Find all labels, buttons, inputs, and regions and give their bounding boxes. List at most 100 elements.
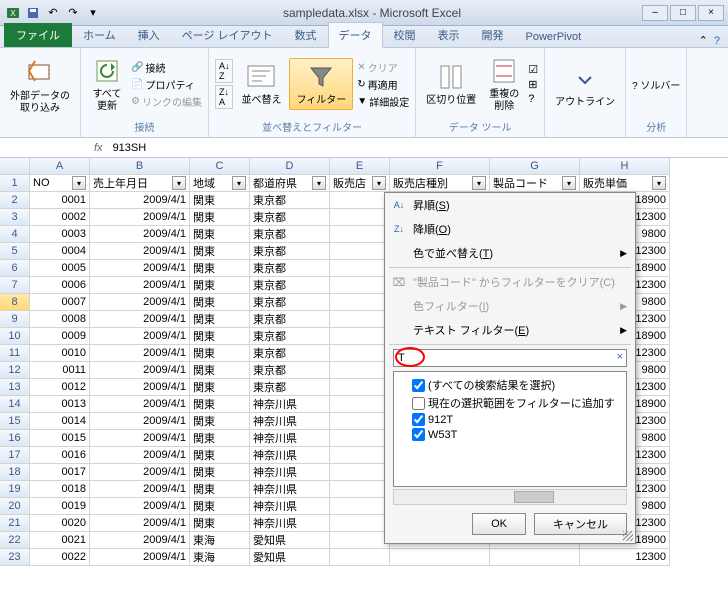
cell[interactable]: 愛知県 <box>250 532 330 549</box>
sort-desc-button[interactable]: Z↓A <box>215 85 234 109</box>
horizontal-scrollbar[interactable] <box>393 489 627 505</box>
cell[interactable]: 関東 <box>190 362 250 379</box>
row-header[interactable]: 12 <box>0 362 30 379</box>
cell[interactable]: 神奈川県 <box>250 498 330 515</box>
cell[interactable]: 2009/4/1 <box>90 430 190 447</box>
sort-ascending-item[interactable]: A↓昇順(S) <box>385 193 635 217</box>
cell[interactable]: 神奈川県 <box>250 464 330 481</box>
save-icon[interactable] <box>24 4 42 22</box>
formula-value[interactable]: 913SH <box>109 142 151 154</box>
row-header[interactable]: 15 <box>0 413 30 430</box>
filter-button[interactable]: フィルター <box>289 58 353 110</box>
cell[interactable]: 神奈川県 <box>250 396 330 413</box>
cell[interactable]: 0009 <box>30 328 90 345</box>
tab-file[interactable]: ファイル <box>4 23 72 47</box>
cell[interactable]: 東京都 <box>250 192 330 209</box>
cell[interactable] <box>330 328 390 345</box>
tab-formula[interactable]: 数式 <box>284 22 328 47</box>
select-all-corner[interactable] <box>0 158 30 175</box>
whatif-icon[interactable]: ? <box>528 93 538 105</box>
cell[interactable]: 関東 <box>190 345 250 362</box>
cell[interactable]: 東京都 <box>250 226 330 243</box>
cell[interactable]: 0002 <box>30 209 90 226</box>
sort-by-color-item[interactable]: 色で並べ替え(T)▶ <box>385 241 635 265</box>
sort-asc-button[interactable]: A↓Z <box>215 59 234 83</box>
cell[interactable]: 関東 <box>190 328 250 345</box>
cell[interactable] <box>330 311 390 328</box>
cell[interactable]: 0021 <box>30 532 90 549</box>
row-header[interactable]: 10 <box>0 328 30 345</box>
cell[interactable]: 関東 <box>190 192 250 209</box>
tab-home[interactable]: ホーム <box>72 22 127 47</box>
cell[interactable]: 東京都 <box>250 362 330 379</box>
minimize-ribbon-icon[interactable]: ⌃ <box>699 34 708 47</box>
filter-value-item[interactable]: 912T <box>398 412 622 427</box>
cell[interactable]: 0003 <box>30 226 90 243</box>
tab-insert[interactable]: 挿入 <box>127 22 171 47</box>
cell[interactable]: 2009/4/1 <box>90 464 190 481</box>
scrollbar-thumb[interactable] <box>514 491 554 503</box>
cell[interactable]: 2009/4/1 <box>90 311 190 328</box>
solver-button[interactable]: ? ソルバー <box>632 77 680 92</box>
cell[interactable]: 東京都 <box>250 345 330 362</box>
row-header[interactable]: 19 <box>0 481 30 498</box>
external-data-button[interactable]: 外部データの 取り込み <box>6 55 74 117</box>
col-header-g[interactable]: G <box>490 158 580 175</box>
cell[interactable]: 東京都 <box>250 311 330 328</box>
cell[interactable]: 神奈川県 <box>250 430 330 447</box>
cell[interactable]: 2009/4/1 <box>90 481 190 498</box>
cell[interactable]: 2009/4/1 <box>90 209 190 226</box>
filter-arrow-icon[interactable]: ▾ <box>72 176 86 190</box>
row-header[interactable]: 18 <box>0 464 30 481</box>
cell[interactable]: 関東 <box>190 243 250 260</box>
table-header-price[interactable]: 販売単価▾ <box>580 175 670 192</box>
filter-arrow-icon[interactable]: ▾ <box>172 176 186 190</box>
filter-value-item[interactable]: W53T <box>398 427 622 442</box>
col-header-a[interactable]: A <box>30 158 90 175</box>
help-icon[interactable]: ? <box>714 35 720 47</box>
cell[interactable] <box>330 515 390 532</box>
cell[interactable] <box>330 192 390 209</box>
cell[interactable] <box>330 243 390 260</box>
cell[interactable]: 2009/4/1 <box>90 498 190 515</box>
cell[interactable] <box>330 430 390 447</box>
undo-icon[interactable]: ↶ <box>44 4 62 22</box>
cell[interactable] <box>330 498 390 515</box>
row-header[interactable]: 21 <box>0 515 30 532</box>
cell[interactable]: 東京都 <box>250 243 330 260</box>
cell[interactable] <box>330 362 390 379</box>
excel-icon[interactable]: X <box>4 4 22 22</box>
row-header[interactable]: 5 <box>0 243 30 260</box>
cell[interactable] <box>330 345 390 362</box>
minimize-button[interactable]: – <box>642 5 668 21</box>
outline-button[interactable]: アウトライン <box>551 61 619 111</box>
cell[interactable]: 2009/4/1 <box>90 413 190 430</box>
cell[interactable]: 2009/4/1 <box>90 260 190 277</box>
clear-search-icon[interactable]: × <box>617 351 623 363</box>
redo-icon[interactable]: ↷ <box>64 4 82 22</box>
cell[interactable]: 東京都 <box>250 294 330 311</box>
sort-descending-item[interactable]: Z↓降順(O) <box>385 217 635 241</box>
edit-links-button[interactable]: ⚙リンクの編集 <box>131 94 202 109</box>
cell[interactable]: 2009/4/1 <box>90 226 190 243</box>
cell[interactable]: 東京都 <box>250 379 330 396</box>
cell[interactable]: 2009/4/1 <box>90 515 190 532</box>
fx-icon[interactable]: fx <box>88 142 109 154</box>
col-header-h[interactable]: H <box>580 158 670 175</box>
row-header[interactable]: 8 <box>0 294 30 311</box>
ok-button[interactable]: OK <box>472 513 526 535</box>
row-header[interactable]: 13 <box>0 379 30 396</box>
row-header[interactable]: 17 <box>0 447 30 464</box>
table-header-date[interactable]: 売上年月日▾ <box>90 175 190 192</box>
maximize-button[interactable]: □ <box>670 5 696 21</box>
filter-search-input[interactable] <box>393 349 627 367</box>
cell[interactable]: 関東 <box>190 481 250 498</box>
cell[interactable]: 12300 <box>580 549 670 566</box>
cell[interactable] <box>330 226 390 243</box>
cell[interactable]: 東京都 <box>250 328 330 345</box>
cell[interactable]: 関東 <box>190 277 250 294</box>
refresh-all-button[interactable]: すべて 更新 <box>87 53 127 115</box>
cell[interactable]: 関東 <box>190 379 250 396</box>
cancel-button[interactable]: キャンセル <box>534 513 627 535</box>
filter-arrow-icon[interactable]: ▾ <box>232 176 246 190</box>
